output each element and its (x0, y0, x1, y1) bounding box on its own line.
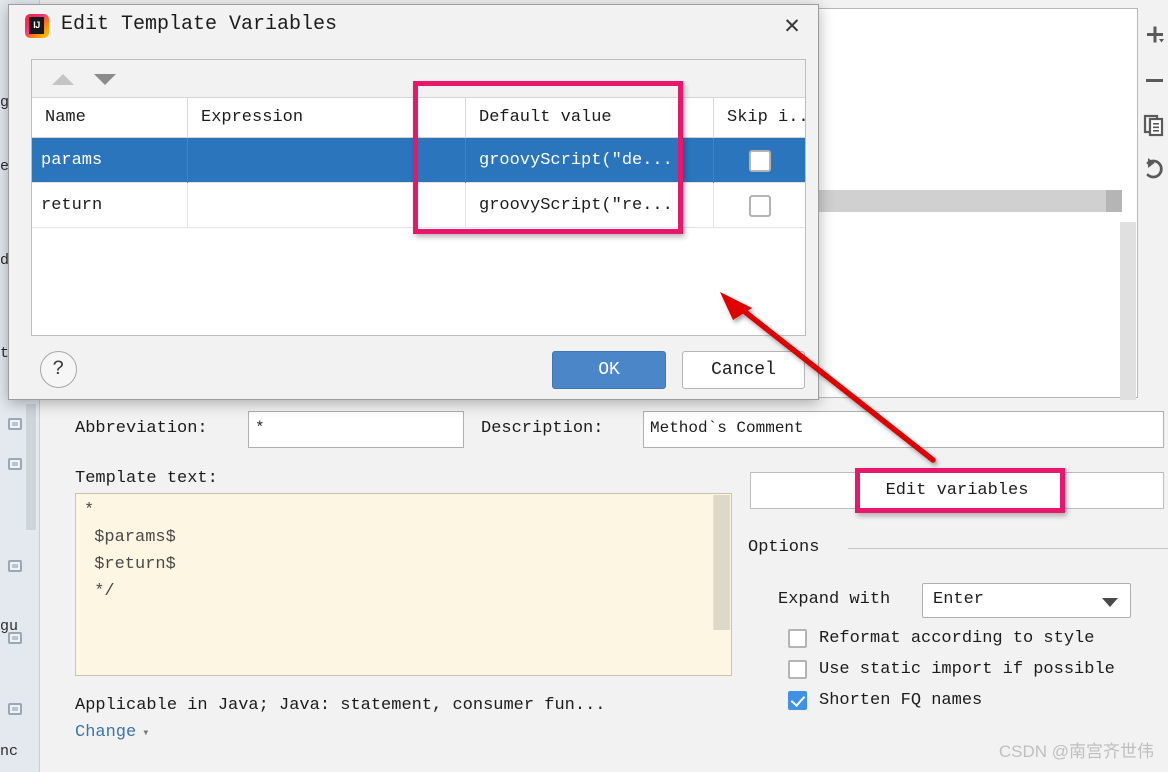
static-import-checkbox-row[interactable]: Use static import if possible (788, 660, 1115, 679)
cell-name: return (41, 196, 103, 215)
cell-name: params (41, 151, 103, 170)
arrow-up-icon[interactable] (52, 74, 74, 85)
cell-default-value[interactable]: groovyScript("de... (465, 138, 713, 183)
reformat-checkbox-label: Reformat according to style (819, 629, 1095, 648)
chevron-down-icon: ▾ (142, 726, 150, 740)
left-tree-scrollbar[interactable] (26, 404, 36, 530)
abbreviation-label: Abbreviation: (75, 419, 208, 438)
expand-with-label: Expand with (778, 590, 891, 609)
cell-skip-if-defined[interactable] (713, 183, 805, 228)
intellij-idea-logo-icon (25, 14, 49, 38)
change-link-label: Change (75, 723, 137, 742)
expand-with-value: Enter (933, 590, 985, 609)
templates-toolbar (1139, 8, 1168, 398)
table-header-row: Name Expression Default value Skip i... (32, 98, 805, 138)
cell-skip-if-defined[interactable] (713, 138, 805, 183)
table-row[interactable]: return groovyScript("re... (32, 183, 805, 228)
shorten-fq-checkbox-label: Shorten FQ names (819, 691, 983, 710)
tree-node-icon[interactable] (8, 560, 22, 572)
tree-hscroll-thumb[interactable] (1106, 190, 1122, 212)
tree-node-icon[interactable] (8, 458, 22, 470)
template-text-label: Template text: (75, 469, 218, 488)
cell-expression[interactable] (187, 138, 465, 183)
column-header-expression[interactable]: Expression (187, 98, 465, 138)
column-header-default-value[interactable]: Default value (465, 98, 713, 138)
table-toolbar (32, 60, 805, 98)
edit-variables-button[interactable]: Edit variables (750, 472, 1164, 509)
dialog-title: Edit Template Variables (61, 13, 338, 36)
ok-button[interactable]: OK (552, 351, 666, 389)
tree-node-icon[interactable] (8, 703, 22, 715)
shorten-fq-checkbox[interactable] (788, 691, 807, 710)
cell-default-value[interactable]: groovyScript("re... (465, 183, 713, 228)
shorten-fq-checkbox-row[interactable]: Shorten FQ names (788, 691, 982, 710)
abbreviation-input[interactable]: * (248, 411, 464, 448)
screenshot-root: g e d t gu nc Abbreviation: * Descriptio… (0, 0, 1168, 772)
template-text-scrollbar[interactable] (713, 495, 730, 630)
skip-if-defined-checkbox[interactable] (748, 149, 771, 172)
remove-icon[interactable] (1139, 64, 1168, 98)
template-text-content: * $params$ $return$ */ (84, 501, 176, 601)
options-group-divider (848, 548, 1168, 549)
csdn-watermark: CSDN @南宫齐世伟 (998, 742, 1154, 761)
applicable-context-text: Applicable in Java; Java: statement, con… (75, 696, 606, 715)
column-header-name[interactable]: Name (32, 98, 187, 138)
tree-node-icon[interactable] (8, 418, 22, 430)
change-context-link[interactable]: Change ▾ (75, 723, 149, 742)
edit-template-variables-dialog: Edit Template Variables ✕ Name Expressio… (8, 4, 819, 400)
tree-horizontal-scrollbar[interactable] (816, 190, 1122, 212)
arrow-down-icon[interactable] (94, 74, 116, 85)
template-text-editor[interactable]: * $params$ $return$ */ (75, 493, 732, 676)
reformat-checkbox[interactable] (788, 629, 807, 648)
add-icon[interactable] (1139, 20, 1168, 54)
cell-expression[interactable] (187, 183, 465, 228)
static-import-checkbox[interactable] (788, 660, 807, 679)
description-input[interactable]: Method`s Comment (643, 411, 1164, 448)
column-header-skip-if-defined[interactable]: Skip i... (713, 98, 805, 138)
cancel-button[interactable]: Cancel (682, 351, 805, 389)
tree-node-icon[interactable] (8, 632, 22, 644)
duplicate-icon[interactable] (1139, 108, 1168, 142)
static-import-checkbox-label: Use static import if possible (819, 660, 1115, 679)
revert-icon[interactable] (1139, 152, 1168, 186)
help-button[interactable]: ? (40, 351, 77, 388)
description-label: Description: (481, 419, 604, 438)
chevron-down-icon (1102, 598, 1118, 607)
table-row[interactable]: params groovyScript("de... (32, 138, 805, 183)
skip-if-defined-checkbox[interactable] (748, 194, 771, 217)
reformat-checkbox-row[interactable]: Reformat according to style (788, 629, 1094, 648)
close-icon[interactable]: ✕ (776, 11, 808, 41)
tree-vertical-scrollbar[interactable] (1120, 222, 1136, 406)
left-frag-5: nc (0, 743, 19, 760)
options-group-label: Options (748, 538, 828, 557)
variables-table-container: Name Expression Default value Skip i... … (31, 59, 806, 336)
dialog-titlebar: Edit Template Variables ✕ (9, 5, 818, 47)
expand-with-select[interactable]: Enter (922, 583, 1131, 618)
